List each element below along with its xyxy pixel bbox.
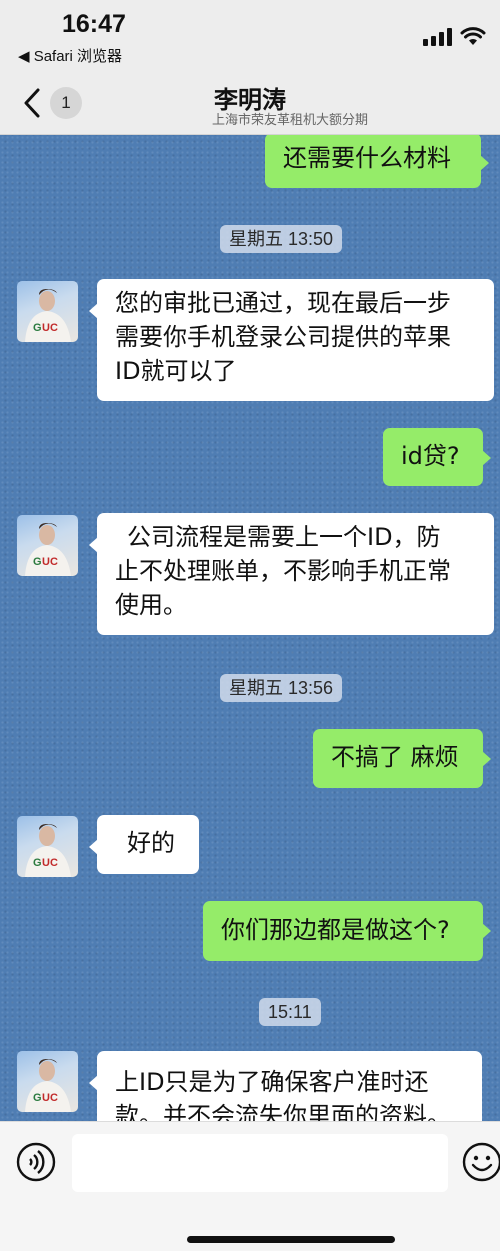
avatar-image: G UC: [25, 1059, 71, 1112]
incoming-message[interactable]: 好的: [89, 815, 199, 874]
status-time: 16:47: [62, 10, 126, 38]
emoji-button[interactable]: [462, 1142, 500, 1182]
back-to-safari-link[interactable]: ◀ Safari 浏览器: [18, 45, 122, 66]
svg-text:G: G: [33, 857, 42, 869]
chat-area[interactable]: 还需要什么材料 星期五 13:50 G UC 您的审批已通过，现在最后一步 需要…: [0, 135, 500, 1121]
signal-icon: [423, 28, 452, 46]
avatar-image: G UC: [25, 289, 71, 342]
chat-subtitle: 上海市荣友革租机大额分期: [211, 113, 368, 128]
svg-text:UC: UC: [42, 857, 58, 869]
svg-text:G: G: [33, 322, 42, 334]
avatar[interactable]: G UC: [17, 515, 78, 576]
status-icons: [423, 26, 486, 46]
timestamp: 星期五 13:50: [220, 225, 343, 253]
svg-text:G: G: [33, 1092, 42, 1104]
outgoing-message[interactable]: 不搞了 麻烦: [313, 729, 491, 788]
avatar-image: G UC: [25, 824, 71, 877]
svg-text:UC: UC: [42, 1092, 58, 1104]
svg-text:UC: UC: [42, 556, 58, 568]
avatar[interactable]: G UC: [17, 1051, 78, 1112]
message-input[interactable]: [72, 1134, 448, 1192]
voice-button[interactable]: [16, 1142, 56, 1182]
outgoing-message[interactable]: 你们那边都是做这个?: [203, 901, 491, 961]
timestamp: 15:11: [259, 998, 321, 1026]
incoming-message[interactable]: 您的审批已通过，现在最后一步 需要你手机登录公司提供的苹果 ID就可以了: [89, 279, 494, 401]
wifi-icon: [460, 27, 486, 45]
avatar-image: G UC: [25, 523, 71, 576]
home-indicator[interactable]: [187, 1236, 395, 1243]
outgoing-message[interactable]: 还需要什么材料: [265, 135, 489, 188]
emoji-icon: [462, 1142, 500, 1182]
top-bar: 16:47 ◀ Safari 浏览器 1 李明涛 上海市荣友革租机大额分期: [0, 0, 500, 135]
timestamp: 星期五 13:56: [220, 674, 343, 702]
outgoing-message[interactable]: id贷?: [383, 428, 491, 486]
input-bar: [0, 1121, 500, 1251]
svg-text:UC: UC: [42, 322, 58, 334]
incoming-message[interactable]: 公司流程是需要上一个ID，防 止不处理账单，不影响手机正常 使用。: [89, 513, 494, 635]
avatar[interactable]: G UC: [17, 281, 78, 342]
incoming-message[interactable]: 上ID只是为了确保客户准时还 款。并不会流失你里面的资料。: [89, 1051, 482, 1121]
svg-text:G: G: [33, 556, 42, 568]
voice-icon: [16, 1142, 56, 1182]
avatar[interactable]: G UC: [17, 816, 78, 877]
